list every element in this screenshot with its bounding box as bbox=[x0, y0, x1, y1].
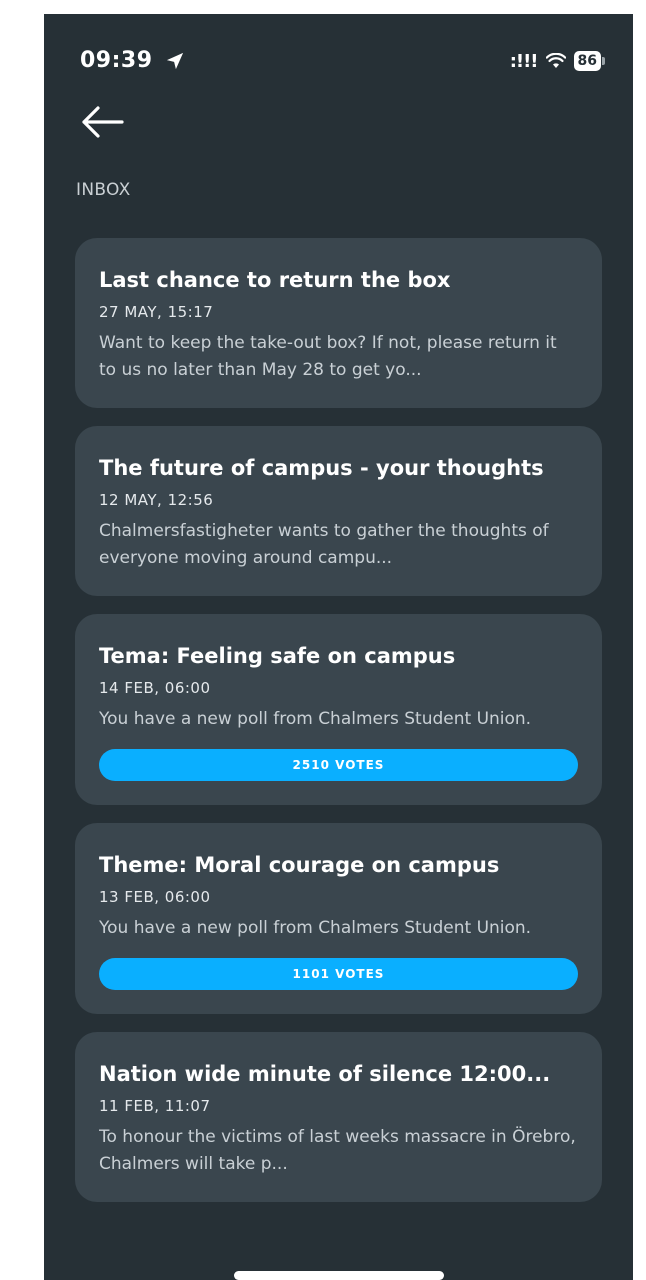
message-preview: You have a new poll from Chalmers Studen… bbox=[99, 709, 532, 729]
back-button[interactable] bbox=[78, 102, 126, 142]
message-title: The future of campus - your thoughts bbox=[99, 456, 544, 480]
cellular-signal-icon: :!!! bbox=[509, 50, 539, 72]
message-preview: Chalmersfastigheter wants to gather the … bbox=[99, 521, 549, 568]
status-indicators: :!!! 86 bbox=[510, 48, 605, 74]
battery-icon: 86 bbox=[573, 51, 605, 71]
message-date: 14 FEB, 06:00 bbox=[99, 679, 211, 697]
battery-level: 86 bbox=[573, 51, 601, 71]
message-date: 27 MAY, 15:17 bbox=[99, 303, 214, 321]
message-title: Tema: Feeling safe on campus bbox=[99, 644, 456, 668]
poll-card[interactable]: Tema: Feeling safe on campus 14 FEB, 06:… bbox=[75, 614, 602, 805]
message-date: 13 FEB, 06:00 bbox=[99, 888, 211, 906]
message-date: 11 FEB, 11:07 bbox=[99, 1097, 211, 1115]
home-indicator[interactable] bbox=[234, 1271, 444, 1280]
status-bar: 09:39 :!!! 86 bbox=[44, 14, 633, 104]
message-date: 12 MAY, 12:56 bbox=[99, 491, 214, 509]
message-list: Last chance to return the box 27 MAY, 15… bbox=[75, 238, 602, 1220]
battery-cap bbox=[602, 57, 605, 65]
status-time: 09:39 bbox=[80, 48, 153, 73]
poll-votes-button[interactable]: 1101 VOTES bbox=[99, 958, 578, 990]
message-preview: To honour the victims of last weeks mass… bbox=[99, 1127, 576, 1174]
section-title: INBOX bbox=[76, 180, 131, 200]
poll-votes-button[interactable]: 2510 VOTES bbox=[99, 749, 578, 781]
message-card[interactable]: Nation wide minute of silence 12:00... 1… bbox=[75, 1032, 602, 1202]
message-card[interactable]: The future of campus - your thoughts 12 … bbox=[75, 426, 602, 596]
app-screen: 09:39 :!!! 86 INBOX Last chance to retur… bbox=[44, 14, 633, 1280]
wifi-icon bbox=[545, 53, 566, 68]
message-preview: You have a new poll from Chalmers Studen… bbox=[99, 918, 532, 938]
message-preview: Want to keep the take-out box? If not, p… bbox=[99, 333, 557, 380]
message-title: Theme: Moral courage on campus bbox=[99, 853, 500, 877]
location-arrow-icon bbox=[166, 52, 184, 70]
poll-card[interactable]: Theme: Moral courage on campus 13 FEB, 0… bbox=[75, 823, 602, 1014]
message-card[interactable]: Last chance to return the box 27 MAY, 15… bbox=[75, 238, 602, 408]
back-arrow-icon bbox=[82, 106, 124, 138]
message-title: Nation wide minute of silence 12:00... bbox=[99, 1062, 551, 1086]
message-title: Last chance to return the box bbox=[99, 268, 451, 292]
